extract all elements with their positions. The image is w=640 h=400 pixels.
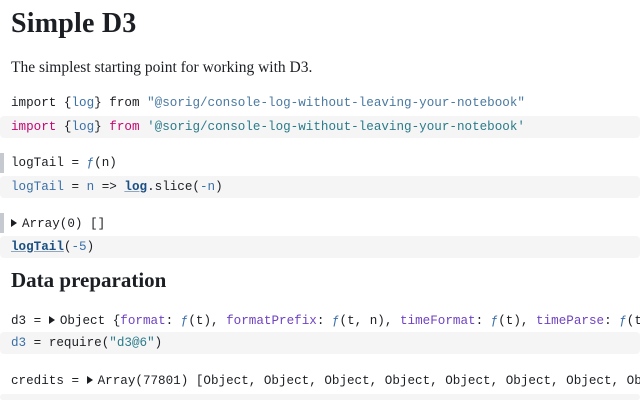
d3-cell-source[interactable]: d3 = require("d3@6") [0,332,640,354]
import-code: import {log} from '@sorig/console-log-wi… [11,120,525,134]
d3-object-entries: format: ƒ(t), formatPrefix: ƒ(t, n), tim… [120,314,640,328]
logtail-code: logTail = n => log.slice(-n) [11,180,223,194]
d3-entry-key: timeParse [536,314,605,328]
d3-entry-separator: : [604,314,620,328]
cell-gutter-bar[interactable] [0,213,4,233]
expand-triangle-icon[interactable] [11,219,17,227]
d3-entry-separator: : [165,314,181,328]
import-cell-source[interactable]: import {log} from '@sorig/console-log-wi… [0,116,640,138]
d3-entry-separator: : [316,314,332,328]
logtail-cell-output[interactable]: logTail = ƒ(n) [11,154,117,172]
array-cell-output[interactable]: Array(0) [] [11,215,105,233]
d3-entry-key: timeFormat [399,314,476,328]
logtail-cell-source[interactable]: logTail = n => log.slice(-n) [0,176,640,198]
expand-triangle-icon[interactable] [48,316,55,324]
function-icon: ƒ [619,314,627,328]
cell-gutter-bar[interactable] [0,153,4,173]
expand-triangle-icon[interactable] [86,376,93,384]
credits-cell-source[interactable] [0,394,640,400]
import-cell-output[interactable]: import {log} from "@sorig/console-log-wi… [11,94,525,112]
page-subtitle: The simplest starting point for working … [11,59,313,76]
array-code: logTail(-5) [11,240,95,254]
d3-entry-args: (t), [188,314,227,328]
array-cell-source[interactable]: logTail(-5) [0,236,640,258]
d3-entry-separator: : [475,314,491,328]
section-heading: Data preparation [11,268,167,292]
d3-entry-args: (t), [626,314,640,328]
credits-cell-output[interactable]: credits = Array(77801) [Object, Object, … [11,372,640,390]
d3-cell-output[interactable]: d3 = Object {format: ƒ(t), formatPrefix:… [11,312,640,330]
d3-entry-key: format [120,314,166,328]
page-title: Simple D3 [11,8,137,39]
function-icon: ƒ [331,314,340,328]
d3-code: d3 = require("d3@6") [11,336,163,350]
d3-entry-key: formatPrefix [226,314,317,328]
d3-entry-args: (t), [498,314,537,328]
d3-entry-args: (t, n), [339,314,400,328]
